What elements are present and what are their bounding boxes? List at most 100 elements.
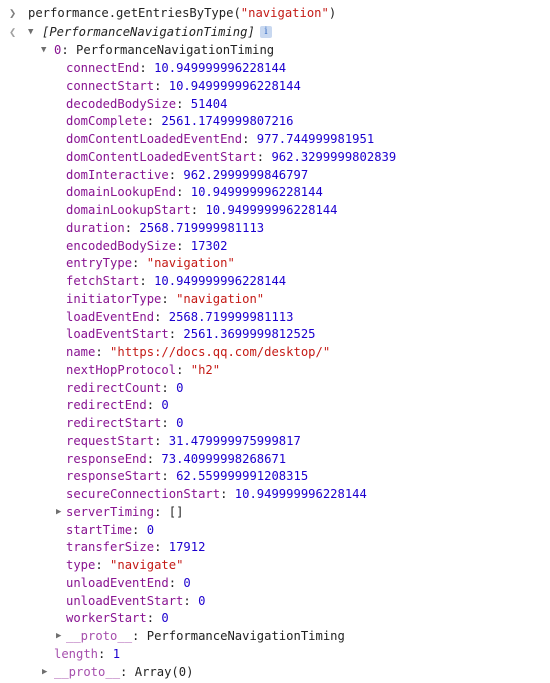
property-label: connectStart: 10.949999996228144	[66, 78, 301, 93]
property-label: unloadEventStart: 0	[66, 593, 206, 608]
property-label: redirectCount: 0	[66, 380, 184, 395]
property-label: domComplete: 2561.1749999807216	[66, 114, 294, 129]
property-label: responseEnd: 73.40999998268671	[66, 451, 287, 466]
property-value: 962.2999999846797	[183, 167, 309, 182]
property-value: "https://docs.qq.com/desktop/"	[110, 345, 331, 359]
property-value: 2568.719999981113	[168, 309, 294, 324]
property-label: nextHopProtocol: "h2"	[66, 362, 221, 377]
property-value: 0	[176, 380, 184, 395]
property-value: 0	[161, 398, 169, 413]
property-value: 10.949999996228144	[190, 185, 323, 200]
property-value: "navigation"	[176, 291, 265, 306]
property-key: workerStart	[66, 611, 147, 626]
property-label: unloadEventEnd: 0	[66, 575, 191, 590]
property-value: 0	[176, 416, 184, 430]
chevron-left-icon: ❮	[9, 25, 17, 39]
property-key: responseStart	[66, 469, 162, 484]
property-value: 10.949999996228144	[234, 487, 367, 501]
property-key: transferSize	[66, 540, 155, 555]
property-value: 31.479999975999817	[168, 433, 301, 448]
property-value: 62.559999991208315	[176, 469, 309, 484]
property-label: workerStart: 0	[66, 611, 169, 626]
array-proto-label: __proto__: Array(0)	[54, 664, 194, 679]
property-key: connectEnd	[66, 61, 140, 75]
property-key: domainLookupStart	[66, 203, 191, 217]
property-value: 962.3299999802839	[271, 149, 397, 164]
property-value: "h2"	[190, 362, 221, 377]
entry-proto-label: __proto__: PerformanceNavigationTiming	[66, 629, 345, 643]
triangle-right-icon[interactable]: ▶	[56, 503, 61, 521]
property-value: "navigation"	[146, 256, 235, 271]
property-value: 977.744999981951	[256, 132, 375, 146]
property-value: 2568.719999981113	[139, 220, 265, 235]
property-label: domainLookupStart: 10.949999996228144	[66, 203, 338, 217]
property-label: connectEnd: 10.949999996228144	[66, 61, 287, 75]
property-key: unloadEventStart	[66, 593, 184, 608]
property-key: serverTiming	[66, 504, 155, 519]
info-icon[interactable]: i	[254, 23, 272, 41]
property-value: 17912	[168, 540, 206, 555]
property-label: initiatorType: "navigation"	[66, 291, 265, 306]
property-key: domContentLoadedEventEnd	[66, 132, 243, 146]
chevron-right-icon: ❯	[9, 6, 17, 20]
triangle-down-icon[interactable]: ▼	[41, 41, 46, 59]
property-key: domComplete	[66, 114, 147, 129]
property-label: decodedBodySize: 51404	[66, 96, 228, 111]
property-label: name: "https://docs.qq.com/desktop/"	[66, 345, 331, 359]
property-key: initiatorType	[66, 291, 162, 306]
property-key: domContentLoadedEventStart	[66, 149, 257, 164]
property-value: 2561.1749999807216	[161, 114, 294, 129]
entry-0-label: 0: PerformanceNavigationTiming	[54, 43, 275, 57]
triangle-down-icon[interactable]: ▼	[28, 23, 33, 41]
property-key: name	[66, 345, 96, 359]
property-key: duration	[66, 220, 125, 235]
triangle-right-icon[interactable]: ▶	[42, 663, 47, 681]
property-key: responseEnd	[66, 451, 147, 466]
property-label: startTime: 0	[66, 522, 155, 537]
property-label: secureConnectionStart: 10.94999999622814…	[66, 487, 367, 501]
property-value: []	[168, 504, 184, 519]
property-key: domainLookupEnd	[66, 185, 177, 200]
property-value: 17302	[190, 238, 228, 253]
property-key: loadEventStart	[66, 327, 169, 342]
property-value: 0	[198, 593, 206, 608]
triangle-right-icon[interactable]: ▶	[56, 627, 61, 645]
property-label: domainLookupEnd: 10.949999996228144	[66, 185, 323, 200]
property-value: 10.949999996228144	[205, 203, 338, 217]
property-key: loadEventEnd	[66, 309, 155, 324]
property-label: type: "navigate"	[66, 558, 184, 572]
property-label: entryType: "navigation"	[66, 256, 235, 271]
property-label: transferSize: 17912	[66, 540, 206, 555]
property-label: responseStart: 62.559999991208315	[66, 469, 309, 484]
property-value: 73.40999998268671	[161, 451, 287, 466]
property-key: redirectStart	[66, 416, 162, 430]
property-label: redirectStart: 0	[66, 416, 184, 430]
property-key: entryType	[66, 256, 133, 271]
property-value: 2561.3699999812525	[183, 327, 316, 342]
property-label: loadEventStart: 2561.3699999812525	[66, 327, 316, 342]
property-value: 10.949999996228144	[154, 274, 287, 288]
property-label: redirectEnd: 0	[66, 398, 169, 413]
property-value: 0	[183, 575, 191, 590]
property-label: domContentLoadedEventStart: 962.32999998…	[66, 149, 397, 164]
property-label: domInteractive: 962.2999999846797	[66, 167, 309, 182]
property-key: type	[66, 558, 96, 572]
result-summary-text: [PerformanceNavigationTiming]	[42, 25, 255, 39]
property-key: decodedBodySize	[66, 96, 177, 111]
property-key: nextHopProtocol	[66, 362, 177, 377]
property-key: requestStart	[66, 433, 155, 448]
property-label: fetchStart: 10.949999996228144	[66, 274, 287, 288]
property-key: redirectEnd	[66, 398, 147, 413]
property-key: fetchStart	[66, 274, 140, 288]
property-value: 0	[161, 611, 169, 626]
property-label: domContentLoadedEventEnd: 977.7449999819…	[66, 132, 375, 146]
property-value: 10.949999996228144	[154, 61, 287, 75]
property-label: loadEventEnd: 2568.719999981113	[66, 309, 294, 324]
property-label: serverTiming: []	[66, 504, 184, 519]
property-value: 10.949999996228144	[168, 78, 301, 93]
property-value: 51404	[190, 96, 228, 111]
property-key: redirectCount	[66, 380, 162, 395]
property-key: domInteractive	[66, 167, 169, 182]
array-length-label: length: 1	[54, 646, 121, 661]
property-key: unloadEventEnd	[66, 575, 169, 590]
